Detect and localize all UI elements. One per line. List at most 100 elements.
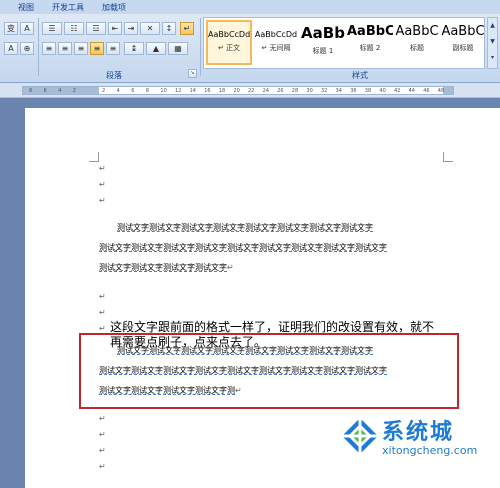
text-line: 测试文字测试文字测试文字测试文字测试文字测试文字测试文字测试文字测试文字	[99, 366, 387, 375]
text-line: 这段文字跟前面的格式一样了，证明我们的改设置有效，就不	[110, 320, 435, 334]
ruler-tick: 48	[437, 88, 445, 94]
style-sample: AaBb	[301, 24, 345, 42]
text-line: 测试文字测试文字测试文字测试文字测试文字测试文字测试文字测试文字	[117, 223, 373, 232]
style-heading-1[interactable]: AaBb 标题 1	[300, 20, 346, 65]
style-normal[interactable]: AaBbCcDd ↵ 正文	[206, 20, 252, 65]
styles-group-label: 样式	[352, 71, 368, 80]
ruler-tick: 8	[29, 88, 33, 94]
paragraph-mark: ↵	[99, 414, 106, 423]
ruler-tick: 10	[160, 88, 167, 94]
enclose-characters-button[interactable]: ⊕	[20, 42, 34, 55]
align-left-button[interactable]: ≡	[42, 42, 56, 55]
ruler-tick: 4	[58, 88, 62, 94]
style-heading-2[interactable]: AaBbC 标题 2	[347, 20, 393, 65]
ribbon-tab-bar: 视图 开发工具 加载项	[0, 0, 500, 14]
tab-addins[interactable]: 加载项	[102, 2, 126, 13]
ruler-bar: 8 6 4 2 2 4 6 8 10 12 14 16 18 20 22 24 26 28 30 32 34 36 38 40…	[0, 83, 500, 98]
paragraph-mark: ↵	[99, 324, 106, 333]
chevron-down-icon[interactable]: ▼	[488, 34, 497, 50]
style-name: 标题 1	[312, 47, 334, 55]
ruler-tick: 6	[131, 88, 135, 94]
ruler-tick: 12	[175, 88, 182, 94]
style-no-spacing[interactable]: AaBbCcDd ↵ 无间隔	[253, 20, 299, 65]
ruler-tick: 36	[350, 88, 357, 94]
sort-button[interactable]: ↕	[162, 22, 176, 35]
ruler-tick: 46	[423, 88, 430, 94]
style-sample: AaBbC	[395, 24, 439, 39]
numbering-button[interactable]: ☷	[64, 22, 84, 35]
justify-button[interactable]: ≡	[90, 42, 104, 55]
crop-mark-right	[443, 152, 453, 162]
paragraph-mark: ↵	[99, 308, 106, 317]
crop-mark-left	[89, 152, 99, 162]
character-border-button[interactable]: A	[20, 22, 34, 35]
ruler-tick: 6	[43, 88, 47, 94]
show-hide-marks-button[interactable]: ↵	[180, 22, 194, 35]
text-line: 再需要点刷子，点来点去了。	[110, 335, 267, 349]
borders-button[interactable]: ▦	[168, 42, 188, 55]
paragraph-group-label: 段落	[106, 71, 122, 80]
distributed-button[interactable]: ≡	[106, 42, 120, 55]
character-shading-button[interactable]: A	[4, 42, 18, 55]
style-name: 标题	[410, 44, 424, 52]
bullets-button[interactable]: ☰	[42, 22, 62, 35]
shading-button[interactable]: ▲	[146, 42, 166, 55]
chevron-up-icon[interactable]: ▲	[488, 18, 497, 34]
increase-indent-button[interactable]: ⇥	[124, 22, 138, 35]
ruler-tick: 24	[262, 88, 269, 94]
align-center-button[interactable]: ≡	[58, 42, 72, 55]
ruler-tick: 28	[291, 88, 299, 94]
text-line: 测试文字测试文字测试文字测试文字测试文字测试文字测试文字测试文字测试文字	[99, 243, 387, 252]
tab-view[interactable]: 视图	[18, 2, 34, 13]
group-divider	[200, 18, 201, 76]
ruler-tick: 30	[306, 88, 313, 94]
ruler-tick: 22	[248, 88, 255, 94]
paragraph-mark: ↵	[99, 292, 106, 301]
ruler-tick: 26	[277, 88, 284, 94]
ruler-tick: 42	[394, 88, 401, 94]
phonetic-guide-button[interactable]: 变	[4, 22, 18, 35]
ruler-right-margin	[443, 87, 453, 94]
ruler-tick: 44	[408, 88, 415, 94]
paragraph-dialog-launcher[interactable]: ↘	[188, 69, 197, 78]
styles-gallery-scroll[interactable]: ▲ ▼ ▾	[487, 17, 498, 69]
style-sample: AaBbCcDd	[254, 30, 298, 39]
ruler-tick: 2	[72, 88, 76, 94]
style-name: ↵ 正文	[217, 44, 241, 52]
ruler-tick: 18	[218, 88, 226, 94]
group-divider	[38, 18, 39, 76]
tab-developer[interactable]: 开发工具	[52, 2, 84, 13]
style-sample: AaBbCcDd	[208, 30, 250, 39]
paragraph-mark: ↵	[99, 180, 106, 189]
align-right-button[interactable]: ≡	[74, 42, 88, 55]
ruler-tick: 32	[321, 88, 328, 94]
chinese-layout-button[interactable]: ✕	[140, 22, 160, 35]
paragraph-mark: ↵	[99, 164, 106, 173]
ruler-tick: 2	[102, 88, 106, 94]
paragraph-mark: ↵	[99, 446, 106, 455]
styles-gallery: AaBbCcDd ↵ 正文 AaBbCcDd ↵ 无间隔 AaBb 标题 1 A…	[203, 17, 485, 69]
ruler-tick: 16	[204, 88, 211, 94]
paragraph-mark: ↵	[99, 196, 106, 205]
ruler-tick: 34	[335, 88, 342, 94]
ruler-tick: 8	[145, 88, 149, 94]
multilevel-list-button[interactable]: ☲	[86, 22, 106, 35]
paragraph-2[interactable]: 测试文字测试文字测试文字测试文字测试文字测试文字测试文字测试文字 测试文字测试文…	[99, 341, 447, 401]
style-subtitle[interactable]: AaBbC 副标题	[440, 20, 486, 65]
ruler-tick: 40	[379, 88, 386, 94]
more-icon[interactable]: ▾	[488, 50, 497, 66]
paragraph-3[interactable]: 这段文字跟前面的格式一样了，证明我们的改设置有效，就不 再需要点刷子，点来点去了…	[110, 320, 470, 350]
horizontal-ruler[interactable]: 8 6 4 2 2 4 6 8 10 12 14 16 18 20 22 24 26 28 30 32 34 36 38 40…	[22, 86, 454, 95]
text-line: 测试文字测试文字测试文字测试文字测↵	[99, 386, 242, 395]
style-name: ↵ 无间隔	[261, 44, 291, 52]
decrease-indent-button[interactable]: ⇤	[108, 22, 122, 35]
paragraph-1[interactable]: 测试文字测试文字测试文字测试文字测试文字测试文字测试文字测试文字 测试文字测试文…	[99, 218, 447, 278]
line-spacing-button[interactable]: ↨	[124, 42, 144, 55]
style-title[interactable]: AaBbC 标题	[394, 20, 440, 65]
paragraph-mark: ↵	[99, 430, 106, 439]
style-name: 副标题	[452, 44, 474, 52]
ruler-tick: 14	[189, 88, 196, 94]
text-line: 测试文字测试文字测试文字测试文字↵	[99, 263, 234, 272]
style-name: 标题 2	[359, 44, 381, 52]
ruler-tick: 20	[233, 88, 240, 94]
